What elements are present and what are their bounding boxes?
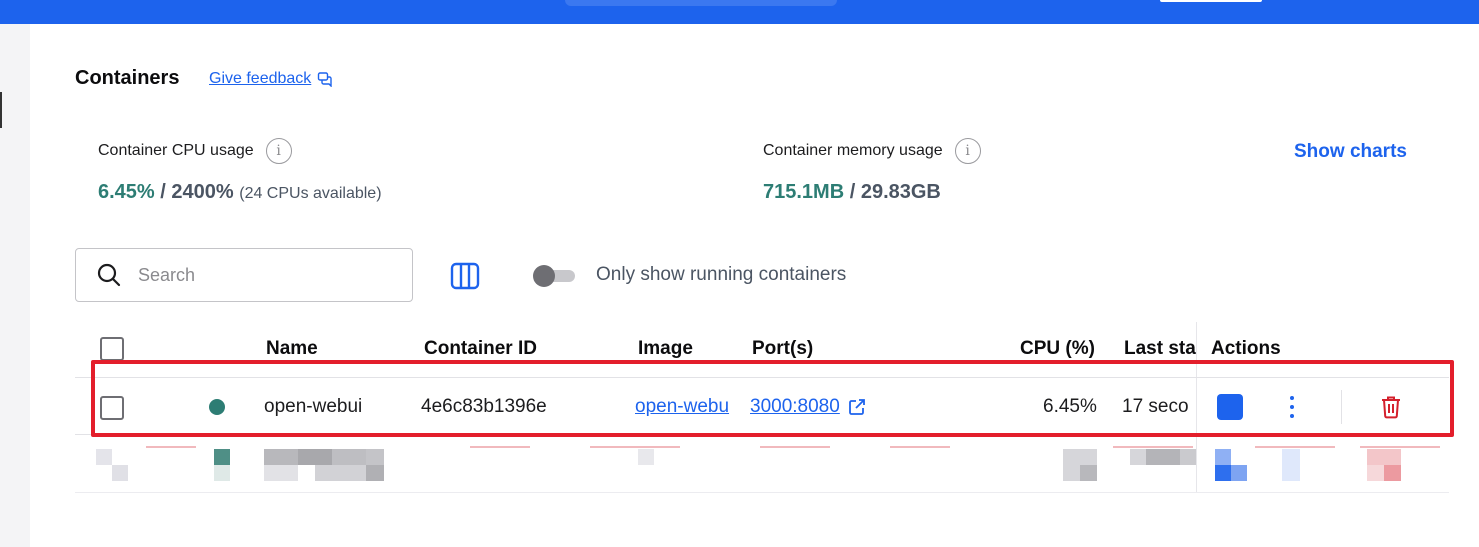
memory-separator: / (844, 181, 861, 203)
search-icon (97, 263, 121, 287)
cpu-used: 6.45% (98, 181, 155, 203)
page-title: Containers (75, 67, 180, 89)
search-input[interactable] (138, 264, 378, 286)
port-link[interactable]: 3000:8080 (750, 396, 840, 418)
header-divider (75, 377, 1449, 378)
column-header-cpu[interactable]: CPU (%) (1020, 338, 1095, 360)
memory-usage-label-group: Container memory usage i (763, 138, 981, 164)
cpu-usage-label: Container CPU usage (98, 142, 254, 159)
cpu-usage-value: 6.45% / 2400% (24 CPUs available) (98, 181, 382, 204)
column-header-actions: Actions (1211, 338, 1281, 359)
cpu-usage-label-group: Container CPU usage i (98, 138, 292, 164)
container-name[interactable]: open-webui (264, 396, 362, 418)
memory-used: 715.1MB (763, 181, 845, 203)
global-search-bar[interactable] (565, 0, 837, 6)
trash-icon[interactable] (1378, 394, 1404, 420)
row-divider (75, 434, 1449, 435)
actions-column-divider (1196, 322, 1197, 492)
column-header-image[interactable]: Image (638, 338, 693, 360)
container-image-link[interactable]: open-webu (635, 396, 737, 418)
container-ports[interactable]: 3000:8080 (750, 396, 866, 418)
select-all-checkbox[interactable] (100, 337, 124, 361)
row-select-checkbox[interactable] (100, 396, 124, 420)
info-icon[interactable]: i (954, 138, 981, 164)
show-charts-button[interactable]: Show charts (1294, 141, 1407, 163)
give-feedback-link[interactable]: Give feedback (209, 70, 333, 88)
left-sidebar (0, 24, 30, 547)
give-feedback-label: Give feedback (209, 70, 312, 87)
memory-total: 29.83GB (860, 181, 941, 203)
top-bar-button[interactable] (1160, 0, 1262, 2)
memory-usage-value: 715.1MB / 29.83GB (763, 181, 941, 204)
container-id: 4e6c83b1396e (421, 396, 547, 417)
only-running-toggle[interactable] (533, 265, 575, 287)
column-header-last-started[interactable]: Last sta (1124, 338, 1196, 360)
sidebar-active-indicator (0, 92, 2, 128)
only-running-label: Only show running containers (596, 264, 847, 285)
info-icon[interactable]: i (265, 138, 292, 164)
cpu-available-note: (24 CPUs available) (239, 185, 382, 202)
toggle-knob (533, 265, 555, 287)
action-divider (1341, 390, 1342, 424)
columns-icon[interactable] (450, 262, 480, 290)
cpu-separator: / (154, 181, 172, 203)
kebab-icon[interactable] (1282, 394, 1302, 420)
search-field[interactable] (75, 248, 413, 302)
column-header-container-id[interactable]: Container ID (424, 338, 537, 360)
cpu-total: 2400% (171, 181, 234, 203)
container-cpu: 6.45% (1043, 396, 1097, 417)
containers-panel: Containers Give feedback Container CPU u… (30, 24, 1479, 547)
stop-icon[interactable] (1217, 394, 1243, 420)
status-running-indicator (209, 399, 225, 415)
column-header-name[interactable]: Name (266, 338, 318, 360)
container-last-started: 17 seco (1122, 396, 1189, 417)
top-bar (0, 0, 1479, 24)
column-header-ports[interactable]: Port(s) (752, 338, 813, 360)
feedback-icon (318, 72, 332, 87)
memory-usage-label: Container memory usage (763, 142, 943, 159)
external-link-icon[interactable] (848, 398, 866, 416)
